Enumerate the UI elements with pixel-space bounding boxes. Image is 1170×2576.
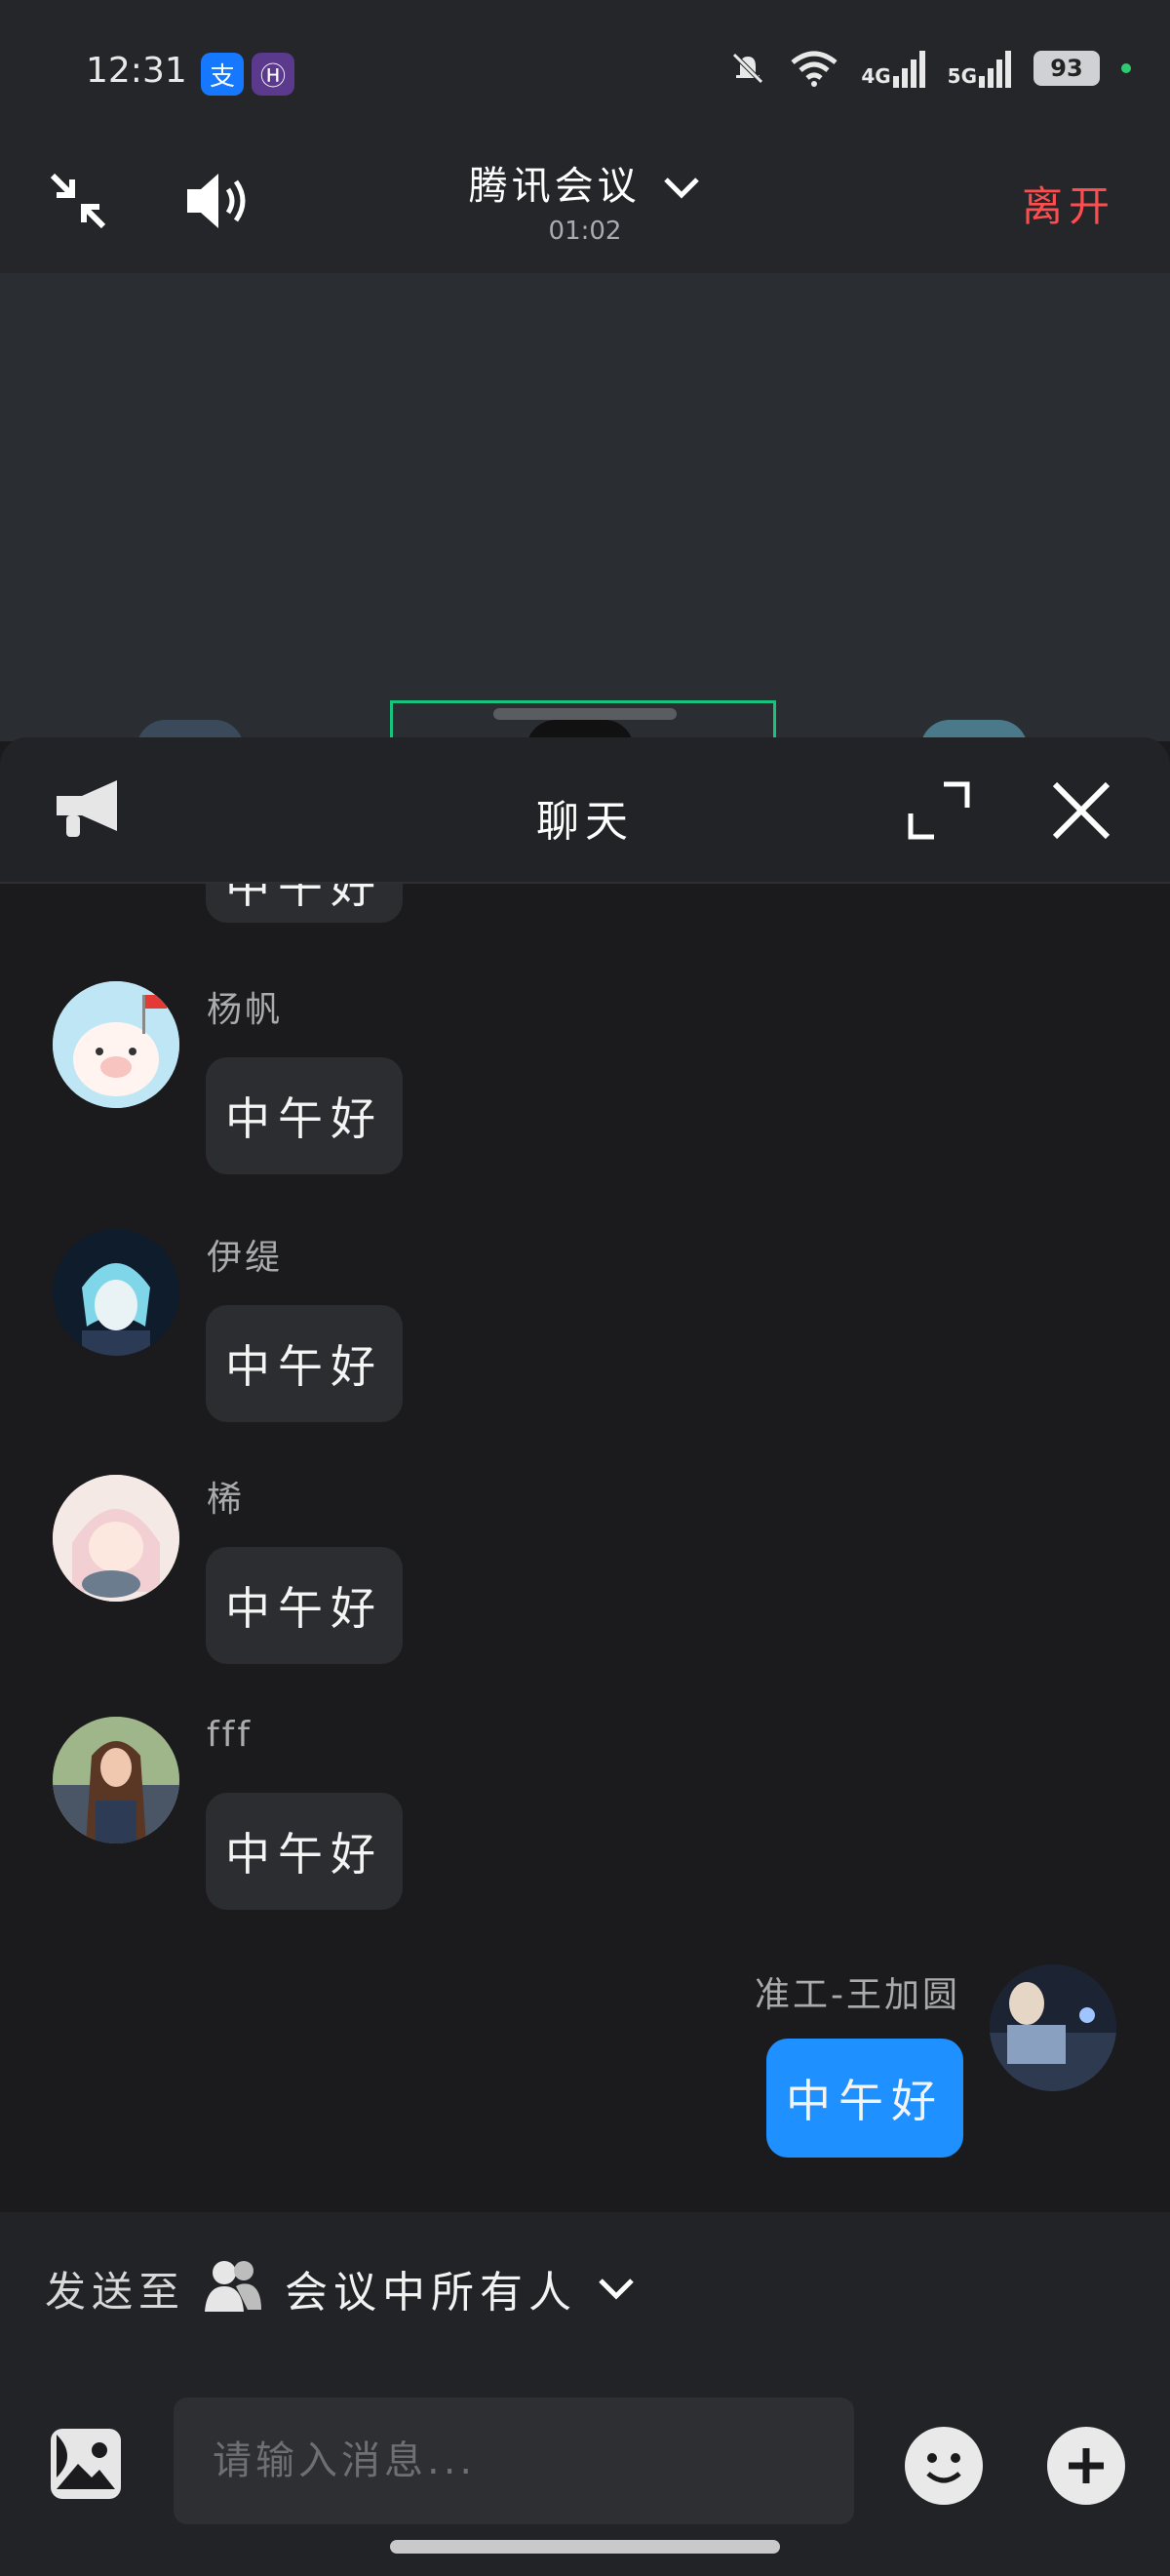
chat-panel: 聊天 中午好 杨帆 中午好 伊缇 中午好 桸 中午好 fff 中午好 准工-王加…	[0, 708, 1170, 2576]
chat-title: 聊天	[536, 797, 634, 847]
status-indicators: 4G 5G 93	[728, 49, 1131, 88]
message-input[interactable]	[174, 2398, 854, 2524]
home-indicator[interactable]	[390, 2540, 780, 2554]
message-bubble[interactable]: 中午好	[206, 884, 403, 923]
avatar[interactable]	[53, 981, 179, 1108]
chat-header: 聊天	[0, 737, 1170, 884]
meeting-title-text: 腾讯会议	[468, 164, 641, 209]
meeting-title[interactable]: 腾讯会议	[0, 154, 1170, 211]
leave-button[interactable]: 离开	[1022, 174, 1115, 233]
expand-icon[interactable]	[905, 778, 973, 843]
send-to-row[interactable]: 发送至 会议中所有人	[0, 2212, 1170, 2358]
image-picker-icon[interactable]	[49, 2427, 123, 2501]
privacy-dot-icon	[1121, 63, 1131, 73]
my-avatar[interactable]	[990, 1964, 1116, 2091]
message-bubble[interactable]: 中午好	[206, 1547, 403, 1664]
close-icon[interactable]	[1049, 778, 1113, 843]
more-button[interactable]	[1047, 2427, 1125, 2505]
alipay-app-icon: 支	[201, 53, 244, 96]
people-icon	[205, 2261, 261, 2312]
signal-bars-icon	[979, 51, 1011, 88]
my-message-bubble[interactable]: 中午好	[766, 2039, 963, 2158]
my-sender-name: 准工-王加圆	[755, 1975, 960, 2015]
signal-4g: 4G	[861, 49, 925, 88]
signal-bars-icon	[892, 51, 925, 88]
avatar[interactable]	[53, 1717, 179, 1843]
car-photo-avatar-icon	[990, 1964, 1116, 2091]
emoji-button[interactable]	[905, 2427, 983, 2505]
chevron-down-icon	[664, 178, 700, 199]
send-to-label: 发送至	[45, 2268, 186, 2316]
anime-avatar-icon	[53, 1229, 179, 1356]
drag-handle[interactable]	[493, 708, 677, 720]
avatar[interactable]	[53, 1475, 179, 1602]
app-h-icon: Ⓗ	[252, 53, 294, 96]
pig-avatar-icon	[53, 981, 179, 1108]
sender-name: 杨帆	[207, 990, 284, 1030]
battery-indicator: 93	[1034, 51, 1100, 86]
message-bubble[interactable]: 中午好	[206, 1793, 403, 1910]
message-bubble[interactable]: 中午好	[206, 1057, 403, 1174]
video-area	[0, 273, 1170, 749]
net-5g-label: 5G	[947, 64, 977, 88]
send-to-target[interactable]: 会议中所有人	[285, 2257, 577, 2319]
anime-girl-avatar-icon	[53, 1475, 179, 1602]
message-list[interactable]: 中午好 杨帆 中午好 伊缇 中午好 桸 中午好 fff 中午好 准工-王加圆 中…	[0, 884, 1170, 2210]
avatar[interactable]	[53, 1229, 179, 1356]
sender-name: 伊缇	[207, 1238, 284, 1278]
chevron-down-icon[interactable]	[597, 2275, 636, 2302]
status-time: 12:31	[86, 51, 187, 91]
status-bar: 12:31 支 Ⓗ 4G 5G 93	[0, 0, 1170, 137]
meeting-header: 腾讯会议 01:02 离开	[0, 137, 1170, 273]
signal-5g: 5G	[948, 49, 1012, 88]
sender-name: fff	[207, 1715, 254, 1755]
photo-avatar-icon	[53, 1717, 179, 1843]
bell-muted-icon	[732, 53, 764, 84]
sender-name: 桸	[207, 1480, 246, 1520]
wifi-icon	[791, 51, 838, 87]
emoji-icon	[926, 2453, 961, 2483]
message-bubble[interactable]: 中午好	[206, 1305, 403, 1422]
meeting-timer: 01:02	[548, 217, 622, 246]
net-4g-label: 4G	[861, 64, 891, 88]
plus-icon	[1069, 2448, 1104, 2483]
